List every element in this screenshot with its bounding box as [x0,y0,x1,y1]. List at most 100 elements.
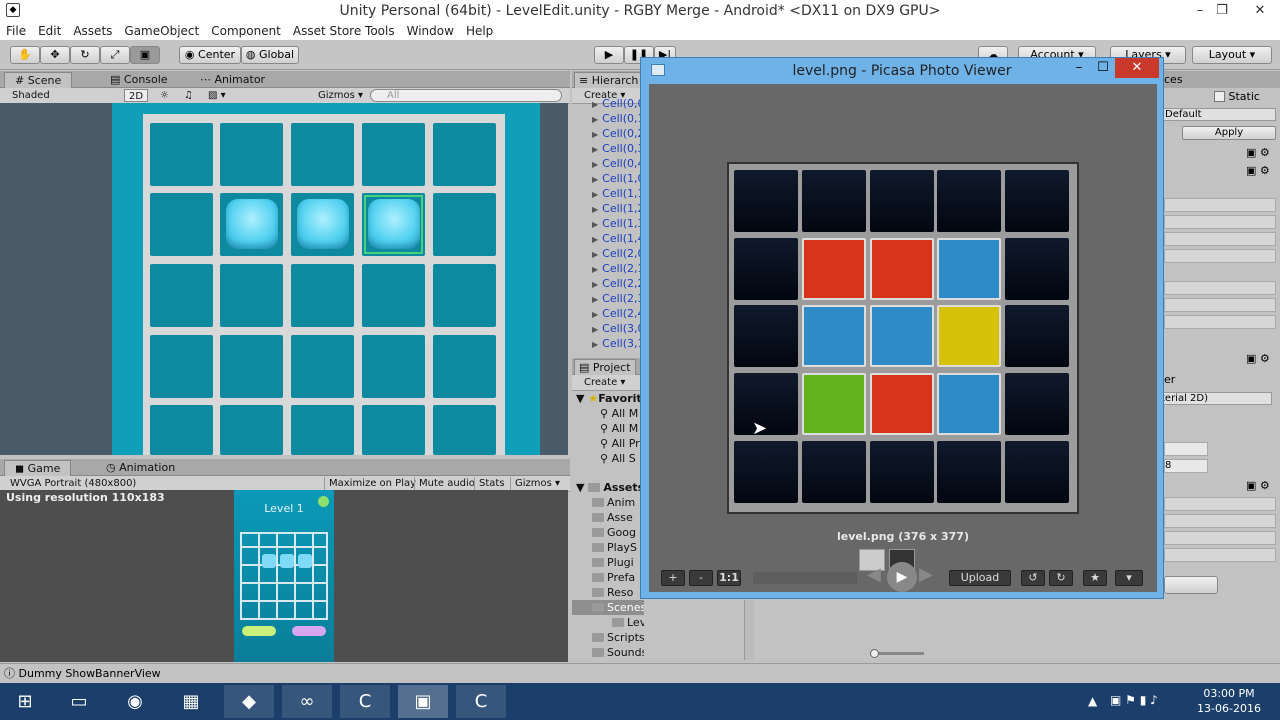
favorite-item[interactable]: ⚲ All M [572,421,644,436]
grid-cell[interactable] [433,335,496,398]
inspector-number-field[interactable] [1164,442,1208,456]
more-options-icon[interactable]: ▾ [1115,570,1143,586]
windows-start-icon[interactable]: ⊞ [0,685,50,718]
star-icon[interactable]: ★ [1083,570,1107,586]
grid-cell[interactable] [433,193,496,256]
help-gear-icons[interactable]: ▣ ⚙ [1246,146,1270,159]
scene-search-input[interactable]: All [370,89,562,102]
tray-icons[interactable]: ▣ ⚑ ▮ ♪ [1110,693,1158,707]
game-gizmos-dropdown[interactable]: Gizmos ▾ [510,477,564,490]
clock-date[interactable]: 13-06-2016 [1194,702,1264,715]
scene-board-grid[interactable] [143,114,505,455]
grid-cell[interactable] [433,405,496,455]
close-icon[interactable]: ✕ [1240,0,1280,22]
grid-cell[interactable] [291,264,354,327]
help-gear-icons[interactable]: ▣ ⚙ [1246,352,1270,365]
zoom-slider[interactable] [753,572,857,584]
upload-button[interactable]: Upload [949,570,1011,586]
grid-cell[interactable] [291,335,354,398]
picasa-minimize-icon[interactable]: – [1069,60,1089,80]
hierarchy-item[interactable]: ▶ Cell(2,1 [572,261,644,276]
grid-cell[interactable] [291,193,354,256]
grid-cell[interactable] [433,123,496,186]
grid-cell[interactable] [291,405,354,455]
hierarchy-item[interactable]: ▶ Cell(1,0 [572,171,644,186]
favorites-node[interactable]: ▼ ★Favorit [572,391,644,406]
clock-time[interactable]: 03:00 PM [1194,687,1264,700]
grid-cell[interactable] [433,264,496,327]
material-field[interactable]: terial 2D) [1160,392,1272,405]
inspector-field[interactable] [1164,514,1276,528]
grid-cell[interactable] [150,123,213,186]
chrome-icon[interactable]: ◉ [110,685,160,718]
hierarchy-item[interactable]: ▶ Cell(2,3 [572,291,644,306]
menu-window[interactable]: Window [401,22,460,40]
add-component-button[interactable] [1164,576,1218,594]
inspector-field[interactable] [1164,548,1276,562]
tab-scene[interactable]: # Scene [4,72,73,88]
hierarchy-item[interactable]: ▶ Cell(3,1 [572,336,644,351]
zoom-out-button[interactable]: - [689,570,713,586]
grid-cell[interactable] [362,123,425,186]
inspector-dropdown[interactable] [1164,315,1276,329]
favorite-item[interactable]: ⚲ All S [572,451,644,466]
play-button[interactable]: ▶ [594,46,624,64]
hierarchy-item[interactable]: ▶ Cell(1,4 [572,231,644,246]
grid-cell[interactable] [362,264,425,327]
inspector-dropdown[interactable] [1164,281,1276,295]
jelly-piece[interactable] [226,199,278,249]
camtasia-icon[interactable]: C [340,685,390,718]
hierarchy-item[interactable]: ▶ Cell(1,3 [572,216,644,231]
inspector-dropdown[interactable] [1164,298,1276,312]
hierarchy-item[interactable]: ▶ Cell(0,2 [572,126,644,141]
menu-component[interactable]: Component [205,22,287,40]
gizmos-dropdown[interactable]: Gizmos ▾ [314,89,367,102]
lighting-icon[interactable]: ☼ [156,89,173,102]
tab-project[interactable]: ▤ Project [574,359,636,375]
apply-button[interactable]: Apply [1182,126,1276,140]
tray-arrow-icon[interactable]: ▲ [1088,694,1097,708]
project-create-dropdown[interactable]: Create ▾ [580,376,629,389]
actual-size-button[interactable]: 1:1 [717,570,741,586]
hierarchy-item[interactable]: ▶ Cell(0,4 [572,156,644,171]
unity-taskbar-icon[interactable]: ◆ [224,685,274,718]
favorite-item[interactable]: ⚲ All Pr [572,436,644,451]
slider-handle[interactable] [870,649,879,658]
tab-animator[interactable]: ⋯ Animator [190,72,275,88]
hierarchy-item[interactable]: ▶ Cell(2,0 [572,246,644,261]
audio-icon[interactable]: ♫ [180,89,197,102]
grid-cell[interactable] [291,123,354,186]
inspector-number-field[interactable]: 8 [1164,459,1208,473]
grid-cell[interactable] [362,335,425,398]
assets-node[interactable]: ▼ Assets [572,480,644,495]
rotate-left-icon[interactable]: ↺ [1021,570,1045,586]
menu-help[interactable]: Help [460,22,499,40]
thumbnail-size-slider[interactable] [870,649,924,658]
maximize-icon[interactable]: ❐ [1208,0,1236,22]
inspector-field[interactable] [1164,215,1276,229]
grid-cell[interactable] [150,264,213,327]
inspector-field[interactable] [1164,249,1276,263]
pivot-center-button[interactable]: ◉ Center [179,46,241,64]
hand-tool-icon[interactable]: ✋ [10,46,40,64]
grid-cell[interactable] [150,193,213,256]
grid-cell[interactable] [220,405,283,455]
grid-cell[interactable] [220,123,283,186]
menu-file[interactable]: File [0,22,32,40]
slideshow-play-icon[interactable]: ▶ [887,562,917,592]
favorite-item[interactable]: ⚲ All M [572,406,644,421]
menu-gameobject[interactable]: GameObject [118,22,205,40]
hierarchy-item[interactable]: ▶ Cell(3,0 [572,321,644,336]
grid-cell[interactable] [362,405,425,455]
help-gear-icons[interactable]: ▣ ⚙ [1246,479,1270,492]
inspector-field[interactable] [1164,232,1276,246]
asset-folder[interactable]: Sounds [572,645,644,660]
grid-cell[interactable] [220,335,283,398]
menu-assets[interactable]: Assets [67,22,118,40]
move-tool-icon[interactable]: ✥ [40,46,70,64]
scale-tool-icon[interactable]: ⤢ [100,46,130,64]
inspector-field[interactable] [1164,531,1276,545]
inspector-field[interactable] [1164,497,1276,511]
asset-folder[interactable]: Scripts [572,630,644,645]
green-button[interactable] [242,626,276,636]
